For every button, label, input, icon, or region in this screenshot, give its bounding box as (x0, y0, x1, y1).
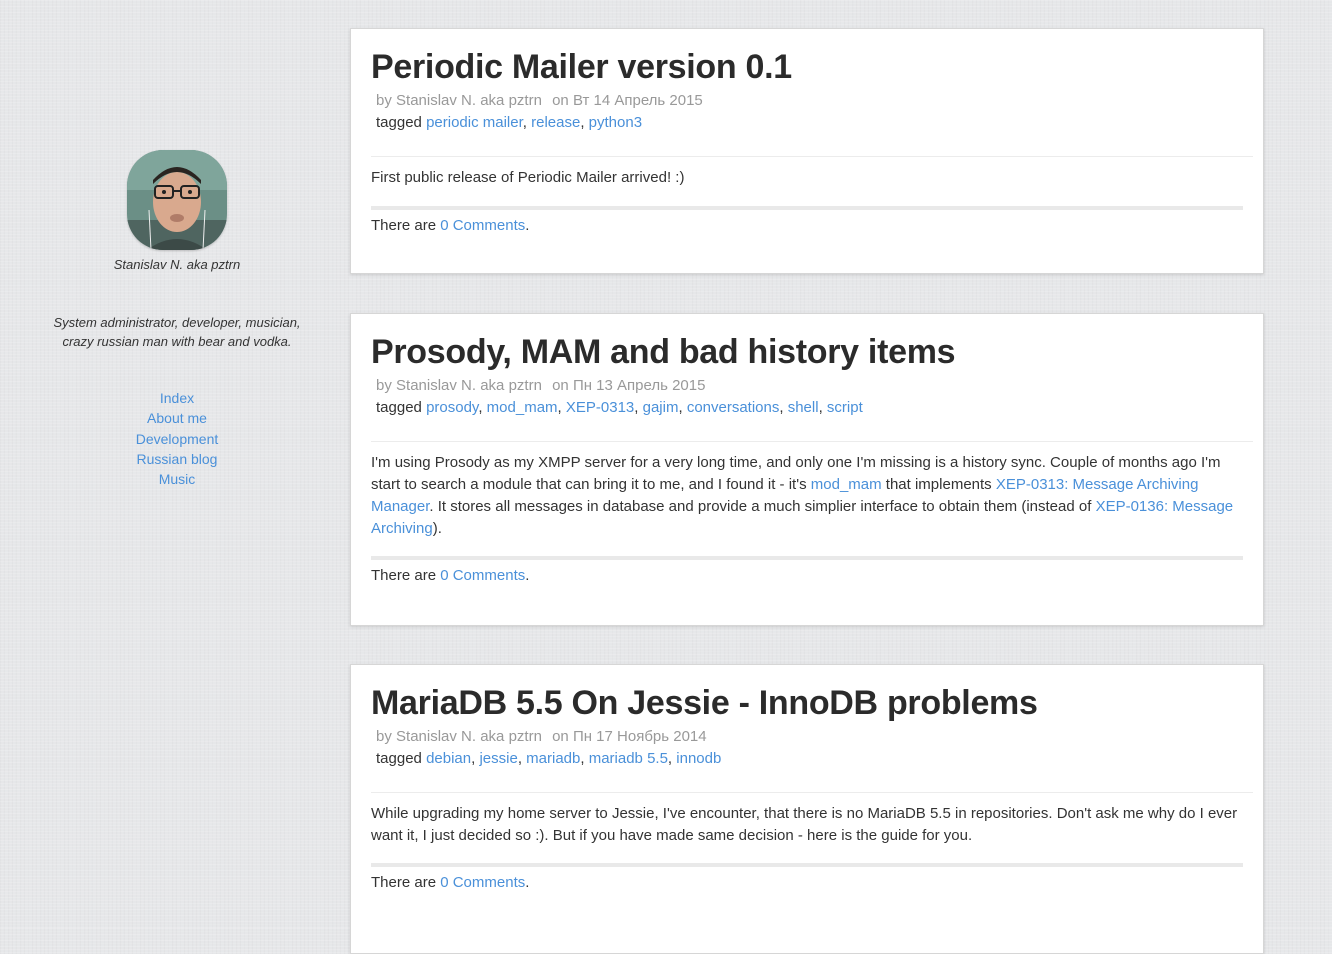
post-meta: by Stanislav N. aka pztrn on Пн 17 Ноябр… (376, 728, 707, 745)
post-body: I'm using Prosody as my XMPP server for … (371, 452, 1243, 540)
tag-link[interactable]: innodb (676, 750, 721, 767)
tag-link[interactable]: XEP-0313 (566, 399, 634, 416)
post-date: Вт 14 Апрель 2015 (572, 92, 703, 109)
post-card: Periodic Mailer version 0.1 by Stanislav… (350, 28, 1264, 274)
divider (371, 792, 1253, 793)
on-label: on (552, 728, 569, 745)
tag-link[interactable]: script (827, 399, 863, 416)
post-title-link[interactable]: MariaDB 5.5 On Jessie - InnoDB problems (371, 684, 1038, 722)
nav-link-music[interactable]: Music (159, 471, 196, 487)
divider (371, 863, 1243, 867)
comments-suffix: . (525, 217, 530, 234)
tag-link[interactable]: gajim (643, 399, 679, 416)
post-card: MariaDB 5.5 On Jessie - InnoDB problems … (350, 664, 1264, 954)
post-title-link[interactable]: Periodic Mailer version 0.1 (371, 48, 792, 86)
post-body-text: ). (432, 520, 442, 537)
post-meta: by Stanislav N. aka pztrn on Вт 14 Апрел… (376, 92, 703, 109)
comments-line: There are 0 Comments. (371, 567, 529, 584)
tag-link[interactable]: mariadb 5.5 (589, 750, 668, 767)
comments-line: There are 0 Comments. (371, 874, 529, 891)
tag-link[interactable]: jessie (479, 750, 517, 767)
tag-link[interactable]: python3 (589, 114, 642, 131)
post-author: Stanislav N. aka pztrn (396, 728, 542, 745)
author-bio: System administrator, developer, musicia… (53, 315, 301, 349)
post-author: Stanislav N. aka pztrn (396, 377, 542, 394)
tag-link[interactable]: mariadb (526, 750, 580, 767)
divider (371, 156, 1253, 157)
tag-link[interactable]: periodic mailer (426, 114, 523, 131)
comments-suffix: . (525, 874, 530, 891)
divider (371, 556, 1243, 560)
nav-link-about-me[interactable]: About me (147, 410, 207, 426)
divider (371, 441, 1253, 442)
post-meta: by Stanislav N. aka pztrn on Пн 13 Апрел… (376, 377, 705, 394)
post-tags: tagged prosody, mod_mam, XEP-0313, gajim… (376, 399, 863, 416)
nav-link-development[interactable]: Development (136, 431, 219, 447)
comments-link[interactable]: 0 Comments (440, 874, 525, 891)
author-name: Stanislav N. aka pztrn (113, 257, 241, 272)
tag-link[interactable]: debian (426, 750, 471, 767)
on-label: on (552, 377, 569, 394)
post-card: Prosody, MAM and bad history items by St… (350, 313, 1264, 626)
comments-link[interactable]: 0 Comments (440, 217, 525, 234)
post-date: Пн 17 Ноябрь 2014 (572, 728, 707, 745)
tag-link[interactable]: mod_mam (487, 399, 558, 416)
post-date: Пн 13 Апрель 2015 (572, 377, 706, 394)
tag-link[interactable]: shell (788, 399, 819, 416)
comments-suffix: . (525, 567, 530, 584)
by-label: by (376, 728, 392, 745)
comments-link[interactable]: 0 Comments (440, 567, 525, 584)
sidebar-nav: Index About me Development Russian blog … (0, 389, 354, 490)
nav-link-russian-blog[interactable]: Russian blog (137, 451, 218, 467)
post-title-link[interactable]: Prosody, MAM and bad history items (371, 333, 956, 371)
comments-prefix: There are (371, 217, 437, 234)
post-body: First public release of Periodic Mailer … (371, 169, 685, 186)
tag-link[interactable]: conversations (687, 399, 780, 416)
avatar-photo (127, 150, 227, 250)
comments-line: There are 0 Comments. (371, 217, 529, 234)
post-body: While upgrading my home server to Jessie… (371, 805, 1238, 844)
avatar[interactable] (127, 150, 227, 250)
post-tags: tagged periodic mailer, release, python3 (376, 114, 643, 131)
tagged-label: tagged (376, 114, 422, 131)
post-tags: tagged debian, jessie, mariadb, mariadb … (376, 750, 722, 767)
by-label: by (376, 92, 392, 109)
tag-link[interactable]: prosody (426, 399, 478, 416)
tag-link[interactable]: release (531, 114, 580, 131)
post-author: Stanislav N. aka pztrn (396, 92, 542, 109)
comments-prefix: There are (371, 567, 437, 584)
nav-link-index[interactable]: Index (160, 390, 194, 406)
tagged-label: tagged (376, 399, 422, 416)
divider (371, 206, 1243, 210)
on-label: on (552, 92, 569, 109)
comments-prefix: There are (371, 874, 437, 891)
post-body-text: . It stores all messages in database and… (429, 498, 1096, 515)
body-link-mod-mam[interactable]: mod_mam (811, 476, 882, 493)
by-label: by (376, 377, 392, 394)
tagged-label: tagged (376, 750, 422, 767)
post-body-text: that implements (881, 476, 996, 493)
